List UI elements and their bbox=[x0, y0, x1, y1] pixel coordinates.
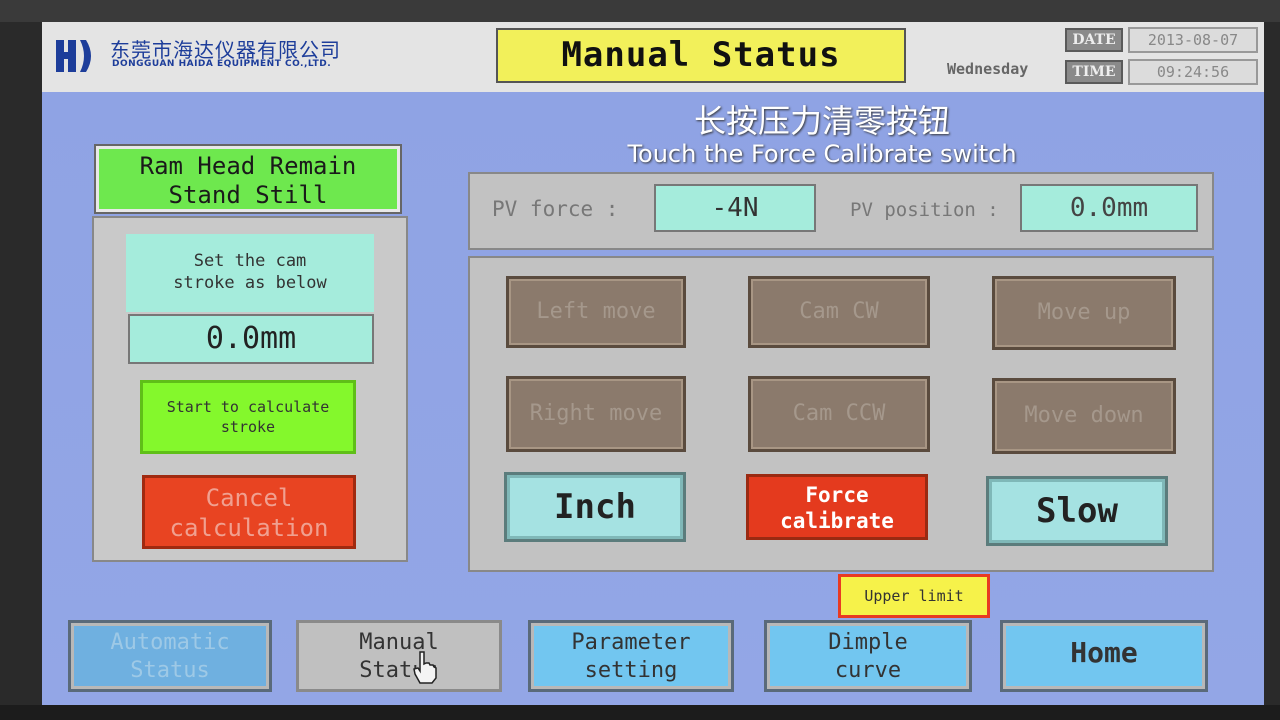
pv-force-value: -4N bbox=[654, 184, 816, 232]
ram-status-line1: Ram Head Remain bbox=[139, 152, 357, 180]
right-move-button[interactable]: Right move bbox=[506, 376, 686, 452]
cam-stroke-value[interactable]: 0.0mm bbox=[128, 314, 374, 364]
monitor-bezel-bottom bbox=[0, 705, 1280, 720]
nav-param-line1: Parameter bbox=[571, 630, 691, 655]
upper-limit-indicator: Upper limit bbox=[838, 574, 990, 618]
date-value: 2013-08-07 bbox=[1128, 27, 1258, 53]
page-title: Manual Status bbox=[496, 28, 906, 83]
nav-auto-line1: Automatic bbox=[110, 630, 230, 655]
nav-dimple-line1: Dimple bbox=[828, 630, 908, 655]
start-line2: stroke bbox=[220, 418, 276, 436]
pv-position-label: PV position : bbox=[850, 199, 999, 221]
nav-home-button[interactable]: Home bbox=[1000, 620, 1208, 692]
force-calibrate-button[interactable]: Force calibrate bbox=[746, 474, 928, 540]
left-move-button[interactable]: Left move bbox=[506, 276, 686, 348]
date-label: DATE bbox=[1065, 28, 1123, 52]
ram-status-line2: Stand Still bbox=[168, 181, 328, 209]
cam-ccw-button[interactable]: Cam CCW bbox=[748, 376, 930, 452]
caption-english: Touch the Force Calibrate switch bbox=[627, 140, 1017, 168]
nav-dimple-curve-button[interactable]: Dimple curve bbox=[764, 620, 972, 692]
nav-parameter-setting-button[interactable]: Parameter setting bbox=[528, 620, 734, 692]
monitor-bezel-top bbox=[0, 0, 1280, 22]
weekday-text: Wednesday bbox=[947, 60, 1029, 78]
nav-manual-line2: Status bbox=[359, 658, 439, 683]
haida-logo-icon bbox=[56, 40, 91, 72]
nav-automatic-status-button[interactable]: Automatic Status bbox=[68, 620, 272, 692]
header-bar: 东莞市海达仪器有限公司 DONGGUAN HAIDA EQUIPMENT CO.… bbox=[42, 22, 1264, 92]
nav-dimple-line2: curve bbox=[834, 658, 902, 683]
nav-manual-line1: Manual bbox=[359, 630, 439, 655]
hmi-screen: 东莞市海达仪器有限公司 DONGGUAN HAIDA EQUIPMENT CO.… bbox=[42, 22, 1264, 705]
move-up-button[interactable]: Move up bbox=[992, 276, 1176, 350]
move-down-button[interactable]: Move down bbox=[992, 378, 1176, 454]
caption-chinese: 长按压力清零按钮 bbox=[693, 102, 950, 140]
cancel-calculation-button[interactable]: Cancel calculation bbox=[142, 475, 356, 549]
time-label: TIME bbox=[1065, 60, 1123, 84]
cancel-line2: calculation bbox=[169, 514, 329, 542]
start-line1: Start to calculate bbox=[166, 398, 330, 416]
inch-button[interactable]: Inch bbox=[504, 472, 686, 542]
pv-position-value: 0.0mm bbox=[1020, 184, 1198, 232]
force-cal-line2: calibrate bbox=[780, 509, 894, 533]
company-name-en: DONGGUAN HAIDA EQUIPMENT CO.,LTD. bbox=[112, 59, 332, 69]
cam-stroke-label: Set the cam stroke as below bbox=[126, 234, 374, 312]
nav-auto-line2: Status bbox=[130, 658, 210, 683]
cam-label-line1: Set the cam bbox=[193, 251, 307, 271]
nav-manual-status-button[interactable]: Manual Status bbox=[296, 620, 502, 692]
force-cal-line1: Force bbox=[805, 483, 869, 507]
hand-pointer-icon bbox=[413, 651, 437, 684]
cam-label-line2: stroke as below bbox=[173, 273, 327, 293]
ram-head-status: Ram Head Remain Stand Still bbox=[94, 144, 402, 214]
cancel-line1: Cancel bbox=[205, 484, 293, 512]
time-value: 09:24:56 bbox=[1128, 59, 1258, 85]
nav-param-line2: setting bbox=[584, 658, 678, 683]
slow-button[interactable]: Slow bbox=[986, 476, 1168, 546]
start-calculate-stroke-button[interactable]: Start to calculate stroke bbox=[140, 380, 356, 454]
pv-force-label: PV force : bbox=[492, 197, 619, 221]
cam-cw-button[interactable]: Cam CW bbox=[748, 276, 930, 348]
